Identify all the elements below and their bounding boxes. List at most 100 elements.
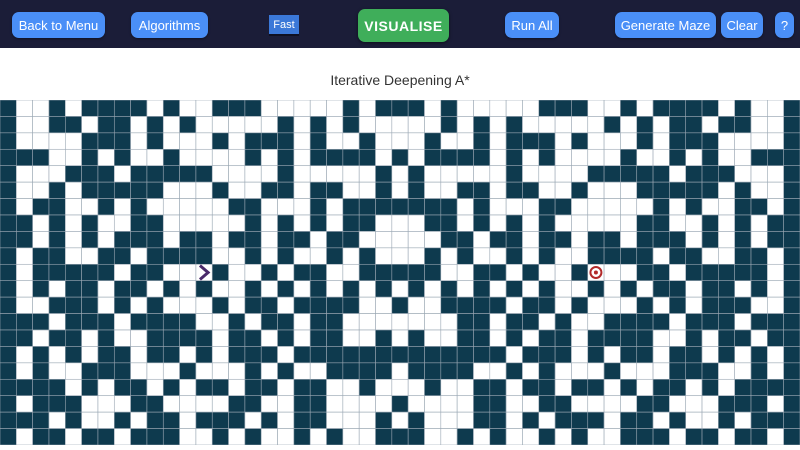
grid-cell[interactable]	[391, 214, 409, 232]
wall-cell[interactable]	[783, 346, 800, 364]
wall-cell[interactable]	[767, 329, 784, 347]
wall-cell[interactable]	[0, 280, 17, 298]
grid-cell[interactable]	[489, 165, 507, 183]
wall-cell[interactable]	[620, 411, 638, 429]
wall-cell[interactable]	[603, 116, 621, 134]
grid-cell[interactable]	[65, 100, 82, 117]
grid-cell[interactable]	[456, 411, 474, 429]
wall-cell[interactable]	[473, 181, 491, 199]
grid-cell[interactable]	[554, 247, 572, 265]
grid-cell[interactable]	[130, 362, 148, 380]
wall-cell[interactable]	[81, 313, 99, 331]
grid-cell[interactable]	[440, 329, 458, 347]
grid-cell[interactable]	[440, 247, 458, 265]
grid-cell[interactable]	[375, 378, 393, 397]
grid-cell[interactable]	[358, 296, 376, 314]
wall-cell[interactable]	[211, 378, 229, 397]
wall-cell[interactable]	[16, 411, 33, 429]
wall-cell[interactable]	[342, 198, 360, 216]
wall-cell[interactable]	[734, 214, 752, 232]
grid-cell[interactable]	[505, 263, 523, 282]
wall-cell[interactable]	[701, 165, 719, 183]
wall-cell[interactable]	[130, 214, 148, 232]
wall-cell[interactable]	[489, 346, 507, 364]
grid-cell[interactable]	[620, 231, 638, 249]
grid-cell[interactable]	[179, 263, 197, 282]
grid-cell[interactable]	[718, 247, 735, 265]
help-button[interactable]: ?	[775, 12, 794, 38]
grid-cell[interactable]	[358, 181, 376, 199]
wall-cell[interactable]	[473, 378, 491, 397]
grid-cell[interactable]	[571, 198, 589, 216]
wall-cell[interactable]	[375, 280, 393, 298]
wall-cell[interactable]	[0, 100, 17, 117]
wall-cell[interactable]	[701, 181, 719, 199]
grid-cell[interactable]	[750, 329, 768, 347]
wall-cell[interactable]	[293, 395, 311, 413]
wall-cell[interactable]	[0, 214, 17, 232]
grid-cell[interactable]	[424, 313, 442, 331]
wall-cell[interactable]	[652, 378, 670, 397]
wall-cell[interactable]	[538, 214, 556, 232]
grid-cell[interactable]	[701, 329, 719, 347]
wall-cell[interactable]	[375, 362, 393, 380]
grid-cell[interactable]	[554, 296, 572, 314]
wall-cell[interactable]	[391, 263, 409, 282]
grid-cell[interactable]	[260, 280, 278, 298]
wall-cell[interactable]	[407, 181, 425, 199]
wall-cell[interactable]	[701, 280, 719, 298]
wall-cell[interactable]	[358, 362, 376, 380]
wall-cell[interactable]	[162, 313, 180, 331]
wall-cell[interactable]	[162, 165, 180, 183]
wall-cell[interactable]	[228, 198, 246, 216]
grid-cell[interactable]	[179, 181, 197, 199]
grid-cell[interactable]	[522, 329, 540, 347]
wall-cell[interactable]	[489, 395, 507, 413]
grid-cell[interactable]	[326, 132, 344, 150]
wall-cell[interactable]	[456, 362, 474, 380]
grid-cell[interactable]	[767, 165, 784, 183]
wall-cell[interactable]	[636, 313, 654, 331]
grid-cell[interactable]	[211, 148, 229, 167]
grid-cell[interactable]	[750, 231, 768, 249]
wall-cell[interactable]	[260, 378, 278, 397]
wall-cell[interactable]	[522, 296, 540, 314]
wall-cell[interactable]	[81, 296, 99, 314]
wall-cell[interactable]	[783, 198, 800, 216]
wall-cell[interactable]	[456, 181, 474, 199]
wall-cell[interactable]	[456, 346, 474, 364]
wall-cell[interactable]	[767, 378, 784, 397]
wall-cell[interactable]	[473, 280, 491, 298]
grid-cell[interactable]	[440, 411, 458, 429]
grid-cell[interactable]	[750, 100, 768, 117]
wall-cell[interactable]	[767, 148, 784, 167]
wall-cell[interactable]	[358, 247, 376, 265]
wall-cell[interactable]	[440, 116, 458, 134]
wall-cell[interactable]	[48, 100, 66, 117]
grid-cell[interactable]	[162, 263, 180, 282]
grid-cell[interactable]	[538, 181, 556, 199]
wall-cell[interactable]	[685, 362, 703, 380]
grid-cell[interactable]	[522, 116, 540, 134]
wall-cell[interactable]	[342, 100, 360, 117]
grid-cell[interactable]	[195, 148, 213, 167]
wall-cell[interactable]	[603, 247, 621, 265]
wall-cell[interactable]	[636, 395, 654, 413]
wall-cell[interactable]	[244, 362, 262, 380]
grid-cell[interactable]	[81, 247, 99, 265]
wall-cell[interactable]	[783, 165, 800, 183]
wall-cell[interactable]	[652, 428, 670, 445]
wall-cell[interactable]	[32, 428, 50, 445]
wall-cell[interactable]	[424, 378, 442, 397]
wall-cell[interactable]	[0, 165, 17, 183]
grid-cell[interactable]	[554, 181, 572, 199]
grid-cell[interactable]	[554, 362, 572, 380]
wall-cell[interactable]	[620, 346, 638, 364]
wall-cell[interactable]	[195, 280, 213, 298]
wall-cell[interactable]	[146, 165, 164, 183]
wall-cell[interactable]	[505, 132, 523, 150]
grid-cell[interactable]	[522, 198, 540, 216]
grid-cell[interactable]	[669, 329, 687, 347]
wall-cell[interactable]	[97, 263, 115, 282]
grid-cell[interactable]	[146, 198, 164, 216]
